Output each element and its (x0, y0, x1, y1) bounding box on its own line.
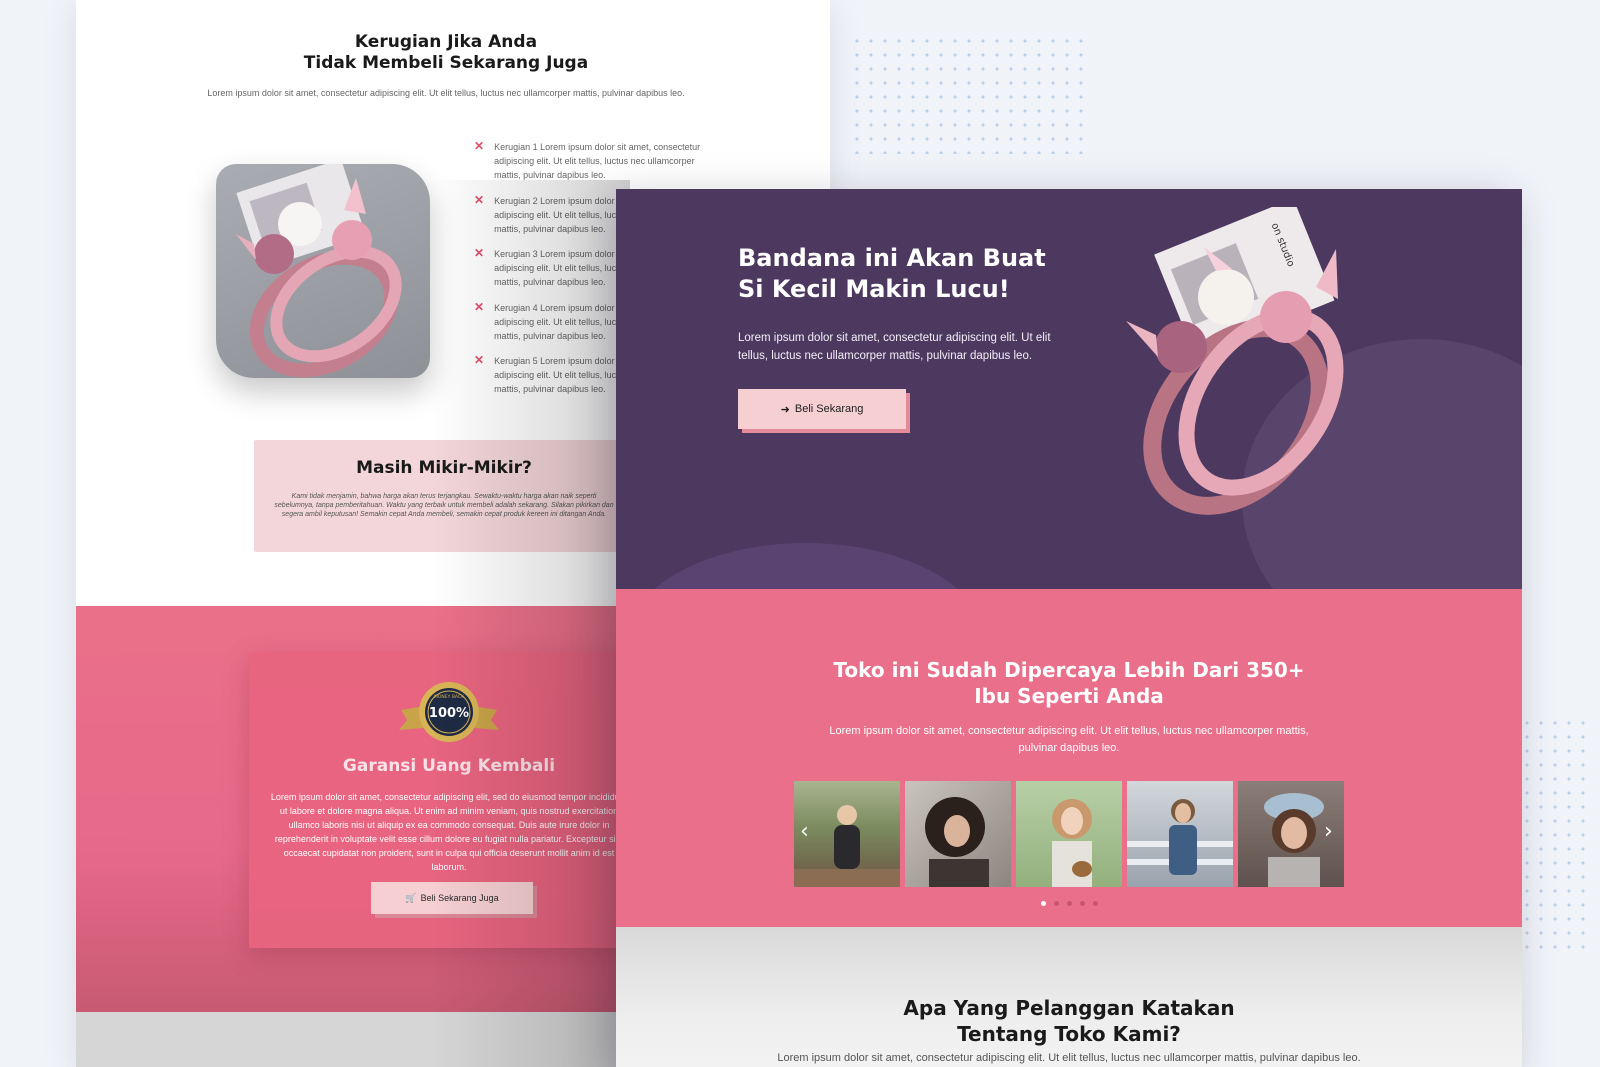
testimonial-title-line1: Apa Yang Pelanggan Katakan (903, 996, 1235, 1020)
think-box: Masih Mikir-Mikir? Kami tidak menjamin, … (254, 440, 634, 552)
trust-title-line2: Ibu Seperti Anda (974, 684, 1164, 708)
woman-photo-image (1052, 799, 1092, 887)
carousel-dot[interactable] (1079, 901, 1085, 906)
hero-section: Bandana ini Akan Buat Si Kecil Makin Luc… (616, 189, 1522, 589)
trust-title-line1: Toko ini Sudah Dipercaya Lebih Dari 350+ (833, 658, 1305, 682)
carousel-dot[interactable] (1040, 901, 1046, 906)
woman-photo-image (1127, 799, 1233, 875)
seal-arc-text: MONEY BACK (434, 694, 465, 700)
trust-section: Toko ini Sudah Dipercaya Lebih Dari 350+… (616, 589, 1522, 927)
arrow-circle-icon: ➜ (780, 403, 790, 416)
dot-pattern-right (1520, 716, 1590, 956)
guarantee-card: 100% MONEY BACK Garansi Uang Kembali Lor… (249, 652, 649, 948)
list-item: ✕ Kerugian 1 Lorem ipsum dolor sit amet, … (474, 140, 704, 194)
testimonial-title-line2: Tentang Toko Kami? (957, 1022, 1181, 1046)
guarantee-title: Garansi Uang Kembali (342, 756, 556, 776)
carousel-dot[interactable] (1066, 901, 1072, 906)
seal-percent-text: 100% (429, 706, 469, 721)
customer-photo-2[interactable] (905, 781, 1011, 887)
hero-title-line1: Bandana ini Akan Buat (738, 244, 1046, 272)
loss-section-subtitle: Lorem ipsum dolor sit amet, consectetur … (207, 88, 685, 98)
loss-item-text: Kerugian 1 Lorem ipsum dolor sit amet, c… (494, 142, 701, 180)
x-icon: ✕ (474, 192, 485, 207)
hero-blob (626, 543, 986, 589)
think-title: Masih Mikir-Mikir? (356, 458, 532, 478)
loss-section-title: Kerugian Jika Anda Tidak Membeli Sekaran… (76, 32, 816, 74)
loss-title-line1: Kerugian Jika Anda (354, 32, 538, 52)
carousel-dots (616, 901, 1522, 906)
testimonial-title: Apa Yang Pelanggan Katakan Tentang Toko … (616, 995, 1522, 1047)
x-icon: ✕ (474, 246, 485, 260)
hero-subtitle: Lorem ipsum dolor sit amet, consectetur … (738, 332, 1051, 362)
carousel-dot[interactable] (1092, 901, 1098, 906)
woman-photo-image (794, 805, 900, 887)
trust-subtitle: Lorem ipsum dolor sit amet, consectetur … (829, 725, 1309, 754)
x-icon: ✕ (474, 139, 485, 153)
loss-title-line2: Tidak Membeli Sekarang Juga (303, 53, 589, 73)
hero-title: Bandana ini Akan Buat Si Kecil Makin Luc… (738, 243, 1078, 305)
testimonial-subtitle: Lorem ipsum dolor sit amet, consectetur … (777, 1052, 1361, 1064)
hero-title-line2: Si Kecil Makin Lucu! (738, 275, 1010, 303)
headband-product-image: on studio (1126, 207, 1344, 515)
buy-now-label: Beli Sekarang (794, 403, 864, 415)
think-text: Kami tidak menjamin, bahwa harga akan te… (274, 493, 614, 518)
woman-photo-image (925, 797, 989, 887)
carousel-prev-arrow[interactable]: ‹ (800, 821, 809, 843)
buy-now-too-label: Beli Sekarang Juga (420, 893, 499, 903)
dot-pattern-top (850, 34, 1090, 154)
front-page-preview: Bandana ini Akan Buat Si Kecil Makin Luc… (616, 189, 1522, 1067)
carousel-next-arrow[interactable]: › (1324, 821, 1333, 843)
money-back-seal-icon: 100% MONEY BACK (399, 682, 499, 742)
buy-now-button[interactable]: ➜ Beli Sekarang (738, 389, 906, 429)
product-image-small (216, 164, 430, 378)
testimonial-section: Apa Yang Pelanggan Katakan Tentang Toko … (616, 927, 1522, 1067)
customer-photo-1[interactable] (794, 781, 900, 887)
buy-now-too-button[interactable]: 🛒 Beli Sekarang Juga (371, 882, 533, 914)
headband-image (236, 164, 402, 378)
customer-photo-carousel (794, 781, 1344, 887)
guarantee-text: Lorem ipsum dolor sit amet, consectetur … (270, 792, 628, 872)
cart-icon: 🛒 (405, 892, 417, 903)
x-icon: ✕ (474, 299, 485, 314)
x-icon: ✕ (474, 353, 485, 367)
customer-photo-3[interactable] (1016, 781, 1122, 887)
customer-photo-4[interactable] (1127, 781, 1233, 887)
trust-title: Toko ini Sudah Dipercaya Lebih Dari 350+… (616, 657, 1522, 709)
carousel-dot[interactable] (1053, 901, 1059, 906)
